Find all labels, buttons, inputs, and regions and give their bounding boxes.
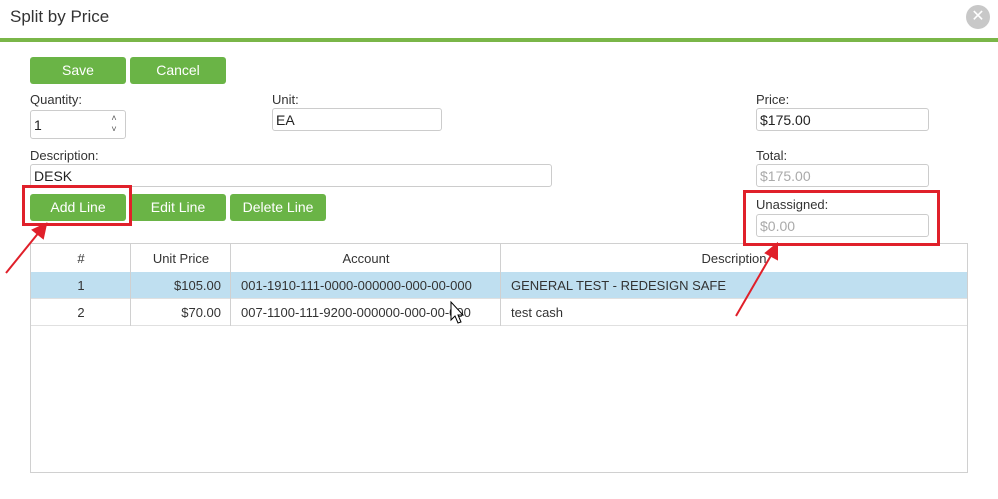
mouse-cursor-icon [450, 300, 465, 324]
annotation-arrow-add-line [5, 222, 48, 274]
annotation-arrow-unassigned [735, 241, 778, 317]
annotation-overlay [5, 222, 778, 324]
